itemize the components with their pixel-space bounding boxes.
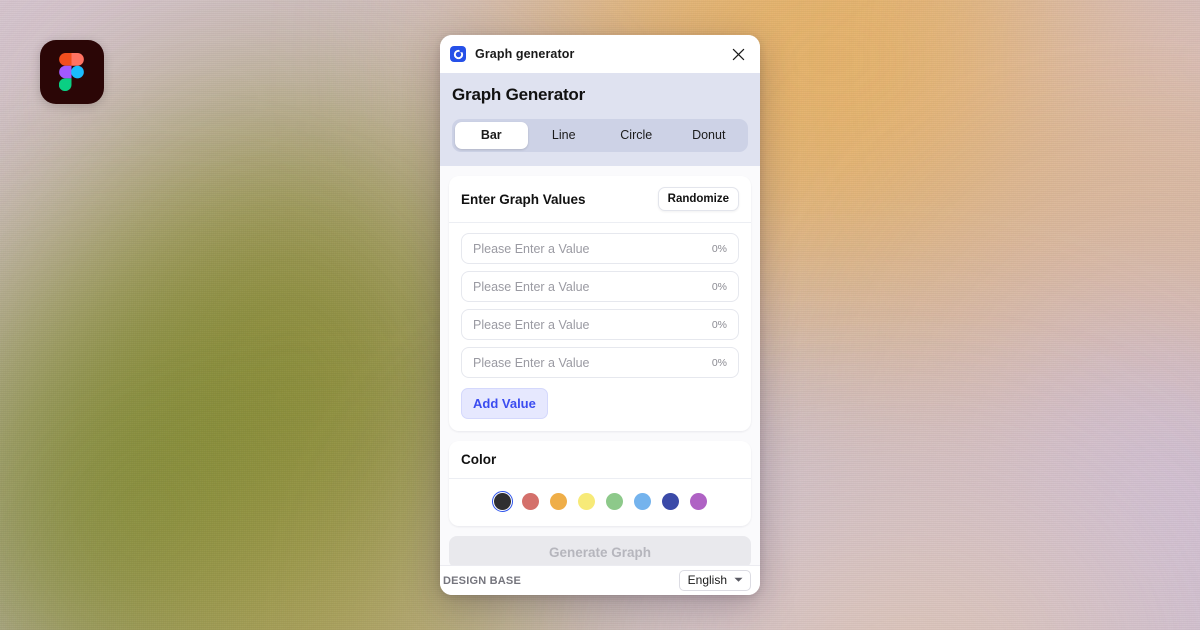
value-input-3[interactable] [473,317,704,332]
color-card-title: Color [461,452,497,467]
generate-graph-button[interactable]: Generate Graph [449,536,751,565]
tab-line[interactable]: Line [528,122,601,149]
value-percent-3: 0% [711,318,727,331]
figma-app-icon[interactable] [40,40,104,104]
swatch-yellow-button[interactable] [576,491,597,512]
close-icon [732,48,744,60]
chevron-down-icon [734,577,743,582]
value-row[interactable]: 0% [461,347,739,378]
window-title-bar: Graph generator [440,35,760,73]
swatch-yellow [577,493,595,510]
value-row[interactable]: 0% [461,309,739,340]
swatch-red [521,493,539,510]
page-title: Graph Generator [452,85,586,104]
figma-logo-icon [59,53,84,91]
swatch-green [605,493,623,510]
swatch-black [493,493,511,510]
enter-graph-values-card: Enter Graph Values Randomize 0% 0% 0% [449,176,751,431]
header-band: Graph Generator Bar Line Circle Donut [440,73,760,166]
language-select[interactable]: English [678,570,751,591]
value-percent-4: 0% [711,356,727,369]
plugin-glyph-icon [453,49,463,59]
graph-type-tab-bar: Bar Line Circle Donut [452,119,748,152]
value-percent-2: 0% [711,280,727,293]
color-card: Color [449,441,751,526]
brand-logo: DESIGN BASE [443,574,521,587]
close-button[interactable] [726,42,750,66]
swatch-navy-button[interactable] [660,491,681,512]
tab-circle[interactable]: Circle [600,122,673,149]
color-swatch-row [449,479,751,526]
randomize-button[interactable]: Randomize [657,187,739,211]
value-input-2[interactable] [473,279,704,294]
language-label: English [687,573,727,587]
value-input-4[interactable] [473,355,704,370]
color-card-header: Color [449,441,751,479]
add-value-button[interactable]: Add Value [461,388,548,419]
plugin-circle-icon [450,46,466,62]
swatch-black-button[interactable] [491,491,513,512]
value-row[interactable]: 0% [461,271,739,302]
window-title: Graph generator [475,47,575,61]
status-bar: DESIGN BASE English [440,565,760,595]
values-card-content: 0% 0% 0% 0% Add Value [449,223,751,431]
plugin-body: Graph Generator Bar Line Circle Donut En… [440,73,760,565]
values-card-title: Enter Graph Values [461,191,586,207]
swatch-green-button[interactable] [604,491,625,512]
footer-action-area: Generate Graph [440,526,760,565]
value-row[interactable]: 0% [461,233,739,264]
swatch-purple [689,493,707,510]
values-card-header: Enter Graph Values Randomize [449,176,751,223]
swatch-orange [549,493,567,510]
swatch-orange-button[interactable] [548,491,569,512]
value-percent-1: 0% [711,242,727,255]
swatch-purple-button[interactable] [688,491,709,512]
tab-bar[interactable]: Bar [455,122,528,149]
value-input-1[interactable] [473,241,704,256]
swatch-light-blue [633,493,651,510]
swatch-red-button[interactable] [520,491,541,512]
plugin-window: Graph generator Graph Generator Bar Line… [440,35,760,595]
swatch-navy [661,493,679,510]
tab-donut[interactable]: Donut [673,122,746,149]
swatch-light-blue-button[interactable] [632,491,653,512]
